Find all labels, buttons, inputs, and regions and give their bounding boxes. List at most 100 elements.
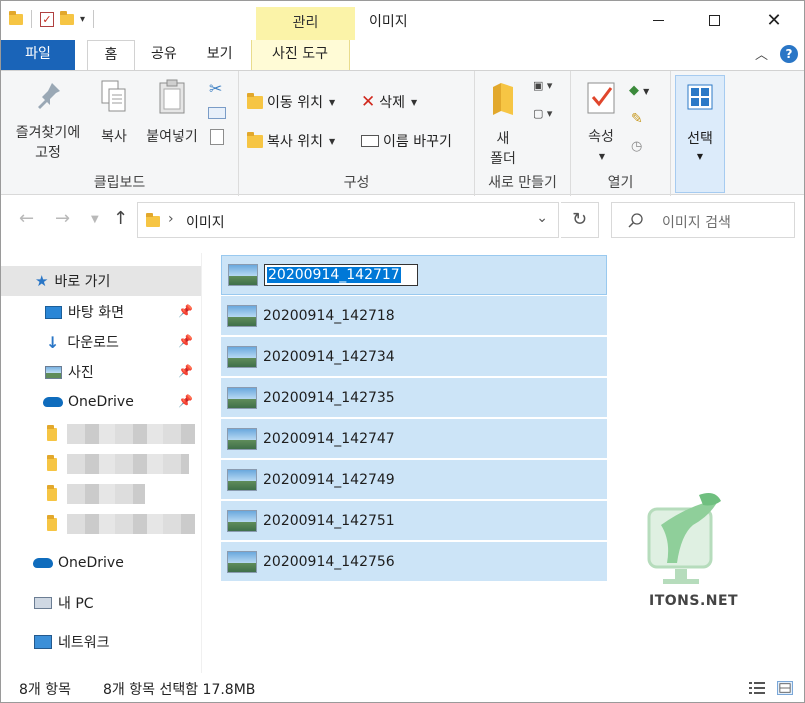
blurred-folder-name (67, 514, 195, 534)
list-item[interactable]: 20200914_142749 (221, 460, 607, 500)
list-item[interactable]: 20200914_142717 (221, 255, 607, 295)
minimize-button[interactable] (635, 5, 681, 35)
open-icon[interactable]: ◆ ▼ (629, 83, 649, 98)
properties-label: 속성 (588, 129, 614, 145)
paste-button[interactable]: 붙여넣기 (139, 79, 205, 147)
up-arrow-icon[interactable]: ↑ (113, 208, 128, 229)
clipboard-group-label: 클립보드 (93, 175, 146, 191)
details-view-icon[interactable] (749, 681, 765, 695)
nav-onedrive[interactable]: OneDrive (1, 548, 201, 578)
tab-picture-tools[interactable]: 사진 도구 (250, 40, 350, 70)
open-group: 속성 ▼ ◆ ▼ ✎ ◷ 열기 (571, 71, 671, 196)
rename-button[interactable]: 이름 바꾸기 (361, 129, 452, 153)
paste-label: 붙여넣기 (146, 129, 198, 145)
tab-view[interactable]: 보기 (193, 40, 251, 70)
paste-shortcut-icon[interactable] (210, 129, 224, 145)
window-title: 이미지 (369, 14, 408, 30)
ribbon-controls: ︿ ? (755, 44, 798, 63)
large-icons-view-icon[interactable] (777, 681, 793, 695)
new-folder-icon (493, 83, 513, 115)
list-item[interactable]: 20200914_142756 (221, 542, 607, 582)
nav-folder-blurred-1[interactable] (1, 419, 201, 449)
help-icon[interactable]: ? (780, 44, 798, 63)
list-item[interactable]: 20200914_142718 (221, 296, 607, 336)
edit-icon[interactable]: ✎ (631, 111, 643, 127)
back-arrow-icon[interactable]: ← (19, 208, 34, 229)
maximize-button[interactable] (691, 5, 737, 35)
file-name: 20200914_142749 (263, 471, 395, 488)
tab-share[interactable]: 공유 (135, 40, 193, 70)
rename-input[interactable]: 20200914_142717 (264, 264, 418, 286)
nav-desktop[interactable]: 바탕 화면 📌 (1, 297, 201, 327)
collapse-ribbon-icon[interactable]: ︿ (755, 44, 768, 63)
close-button[interactable]: ✕ (751, 5, 797, 35)
pictures-icon (45, 365, 62, 379)
address-dropdown-icon[interactable]: ⌄ (536, 210, 548, 226)
easy-access-icon[interactable]: ▢ ▾ (533, 107, 552, 120)
rename-label: 이름 바꾸기 (383, 134, 452, 150)
pin-icon[interactable]: 📌 (178, 394, 193, 408)
pin-icon[interactable]: 📌 (178, 364, 193, 378)
list-item[interactable]: 20200914_142747 (221, 419, 607, 459)
new-folder-icon[interactable] (60, 10, 74, 25)
breadcrumb-item[interactable]: 이미지 (186, 212, 225, 232)
copy-path-icon[interactable] (208, 107, 226, 119)
copy-to-label: 복사 위치 (267, 134, 323, 150)
search-box[interactable]: 이미지 검색 (611, 202, 795, 238)
copy-button[interactable]: 복사 (93, 79, 135, 147)
refresh-button[interactable]: ↻ (561, 202, 599, 238)
nav-quick-access[interactable]: ★ 바로 가기 (1, 266, 201, 296)
organize-group-label: 구성 (343, 175, 370, 191)
customize-toolbar-arrow-icon[interactable]: ▾ (80, 14, 85, 25)
pin-icon[interactable]: 📌 (178, 304, 193, 318)
tab-file[interactable]: 파일 (1, 40, 75, 70)
cut-icon[interactable]: ✂ (209, 79, 222, 98)
properties-check-icon[interactable]: ✓ (40, 11, 54, 27)
nav-onedrive-pinned[interactable]: OneDrive 📌 (1, 387, 201, 417)
new-folder-label-line1: 새 (496, 131, 510, 147)
pin-icon[interactable]: 📌 (178, 334, 193, 348)
copy-to-button[interactable]: 복사 위치 ▼ (247, 129, 335, 153)
file-name: 20200914_142747 (263, 430, 395, 447)
file-name-selected: 20200914_142717 (267, 267, 401, 283)
history-icon[interactable]: ◷ (631, 139, 642, 154)
image-file-icon (227, 550, 257, 573)
organize-group: 이동 위치 ▼ 복사 위치 ▼ ✕ 삭제 ▼ 이름 바꾸기 구성 (239, 71, 475, 196)
image-file-icon (227, 509, 257, 532)
address-bar[interactable]: › 이미지 ⌄ (137, 202, 559, 238)
list-item[interactable]: 20200914_142735 (221, 378, 607, 418)
tab-home[interactable]: 홈 (87, 40, 135, 71)
recent-locations-icon[interactable]: ▼ (91, 214, 99, 225)
pin-to-quick-access-button[interactable]: 즐겨찾기에 고정 (7, 79, 89, 163)
new-folder-label-line2: 폴더 (490, 151, 516, 167)
folder-icon[interactable] (9, 10, 23, 25)
image-file-icon (227, 304, 257, 327)
navigation-pane: ★ 바로 가기 바탕 화면 📌 ↓ 다운로드 📌 사진 📌 OneDrive 📌 (1, 253, 202, 673)
forward-arrow-icon[interactable]: → (55, 208, 70, 229)
new-item-icon[interactable]: ▣ ▾ (533, 79, 552, 92)
nav-pictures[interactable]: 사진 📌 (1, 357, 201, 387)
ribbon: 즐겨찾기에 고정 복사 붙여넣기 ✂ 클립보드 이동 위치 ▼ 복사 위치 ▼ … (1, 70, 804, 196)
nav-this-pc[interactable]: 내 PC (1, 588, 201, 618)
file-explorer-window: ✓ ▾ 관리 이미지 ✕ 파일 홈 공유 보기 사진 도구 ︿ ? 즐겨찾기에 … (0, 0, 805, 703)
folder-icon (47, 514, 57, 531)
item-count: 8개 항목 (19, 682, 71, 698)
properties-icon (587, 82, 615, 114)
properties-button[interactable]: 속성 ▼ (581, 81, 621, 167)
nav-network[interactable]: 네트워크 (1, 627, 201, 657)
list-item[interactable]: 20200914_142734 (221, 337, 607, 377)
delete-button[interactable]: ✕ 삭제 ▼ (361, 90, 417, 114)
ribbon-tabs: 파일 홈 공유 보기 사진 도구 ︿ ? (1, 40, 804, 71)
nav-folder-blurred-2[interactable] (1, 449, 201, 479)
nav-folder-blurred-4[interactable] (1, 509, 201, 539)
breadcrumb-chevron-icon[interactable]: › (168, 211, 174, 227)
select-button[interactable]: 선택 ▼ (675, 75, 725, 193)
folder-icon (47, 424, 57, 441)
nav-downloads[interactable]: ↓ 다운로드 📌 (1, 327, 201, 357)
pin-label-line2: 고정 (35, 145, 61, 161)
list-item[interactable]: 20200914_142751 (221, 501, 607, 541)
pin-icon (38, 83, 60, 109)
new-folder-button[interactable]: 새 폴더 (485, 81, 521, 169)
nav-folder-blurred-3[interactable] (1, 479, 201, 509)
move-to-button[interactable]: 이동 위치 ▼ (247, 90, 335, 114)
